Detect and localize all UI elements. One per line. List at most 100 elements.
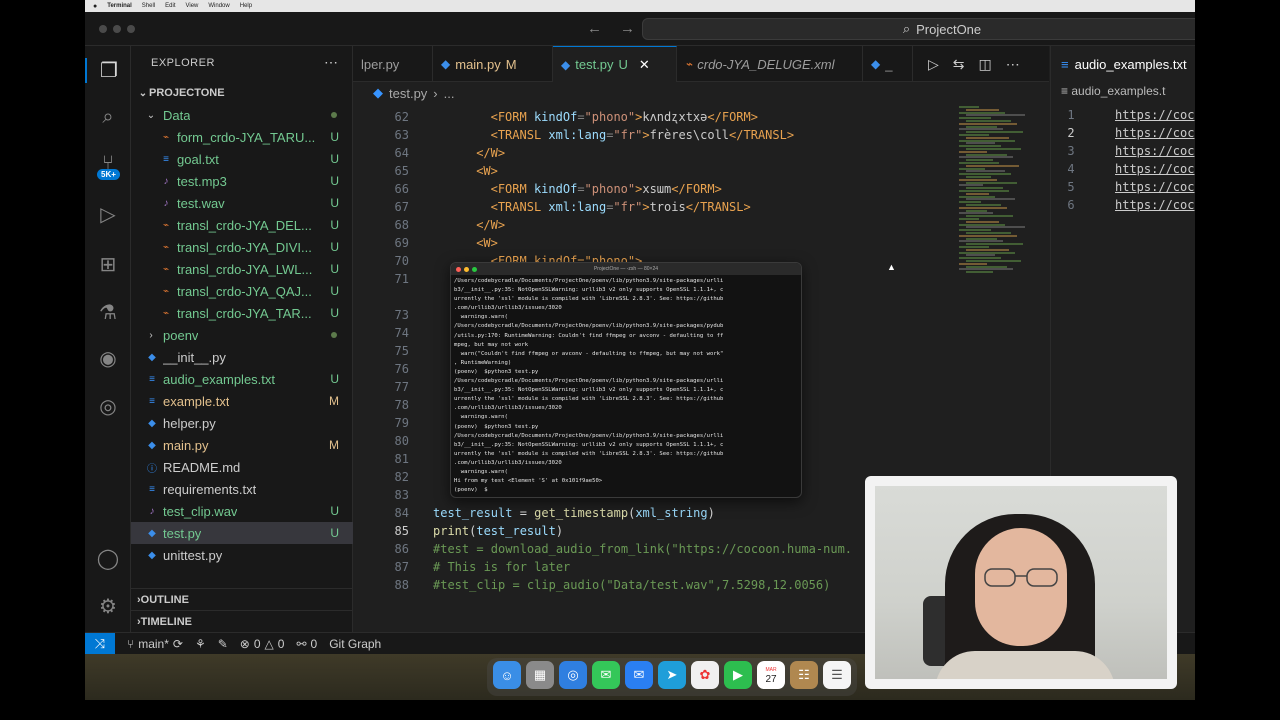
secondary-code-line[interactable]: 3 https://coc [1051,142,1194,160]
project-root[interactable]: ⌄ PROJECTONE [131,82,353,104]
tab-main-py[interactable]: ◆ main.py M [433,46,553,82]
url-link[interactable]: https://coc [1115,108,1194,122]
code-line[interactable]: 84 test_result = get_timestamp(xml_string… [353,504,715,522]
minimap[interactable] [959,106,1039,276]
url-link[interactable]: https://coc [1115,144,1194,158]
url-link[interactable]: https://coc [1115,126,1194,140]
tree-item[interactable]: ≡ audio_examples.txt U [131,368,353,390]
breadcrumb-file[interactable]: audio_examples.t [1071,84,1165,98]
tree-item[interactable]: ≡ goal.txt U [131,148,353,170]
code-line[interactable]: 88 #test_clip = clip_audio("Data/test.wav… [353,576,831,594]
menubar-item-shell[interactable]: Shell [142,3,155,9]
tree-item[interactable]: ♪ test.wav U [131,192,353,214]
code-line[interactable]: 62 <FORM kindOf="phono">kʌndʐxtxə</FORM> [353,108,758,126]
tree-item[interactable]: ◆ main.py M [131,434,353,456]
contacts-icon[interactable]: ☷ [790,661,818,689]
tree-item[interactable]: ⌁ transl_crdo-JYA_DEL... U [131,214,353,236]
tree-item[interactable]: ⌁ transl_crdo-JYA_LWL... U [131,258,353,280]
problems-indicator[interactable]: ⊗ 0 △ 0 [240,637,285,651]
run-python-icon[interactable]: ▷ [928,56,939,73]
url-link[interactable]: https://coc [1115,162,1194,176]
facetime-icon[interactable]: ▶ [724,661,752,689]
secondary-code-line[interactable]: 5 https://coc [1051,178,1194,196]
safari-icon[interactable]: ◎ [559,661,587,689]
tree-item[interactable]: ◆ helper.py [131,412,353,434]
tree-item[interactable]: ⌁ transl_crdo-JYA_DIVI... U [131,236,353,258]
tree-item[interactable]: ⌁ transl_crdo-JYA_TAR... U [131,302,353,324]
code-line[interactable]: 79 [353,414,409,432]
secondary-code-line[interactable]: 1 https://coc [1051,106,1194,124]
launchpad-icon[interactable]: ▦ [526,661,554,689]
code-line[interactable]: 87 # This is for later [353,558,571,576]
code-line[interactable]: 64 </W> [353,144,506,162]
tree-item[interactable]: ⌄ Data [131,104,353,126]
extensions-icon[interactable]: ⊞ [85,252,131,277]
tab-crdo-xml[interactable]: ⌁ crdo-JYA_DELUGE.xml [677,46,863,82]
code-line[interactable]: 68 </W> [353,216,506,234]
messages-icon[interactable]: ✉ [592,661,620,689]
command-center-search[interactable]: ⌕ ProjectOne [642,18,1195,40]
code-line[interactable]: 85 print(test_result) [353,522,564,540]
outline-section[interactable]: › OUTLINE [131,588,353,610]
menubar-item-window[interactable]: Window [208,3,229,9]
code-line[interactable]: 76 [353,360,409,378]
compare-changes-icon[interactable]: ⇆ [953,56,965,73]
code-line[interactable]: 69 <W> [353,234,498,252]
close-window-button[interactable] [99,25,107,33]
minimize-window-button[interactable] [113,25,121,33]
mail-icon[interactable]: ✉ [625,661,653,689]
tree-item[interactable]: ♪ test.mp3 U [131,170,353,192]
tab-overflow[interactable]: ◆ _ [863,46,913,82]
git-graph-icon[interactable]: ◉ [85,346,131,371]
code-line[interactable]: 82 [353,468,409,486]
url-link[interactable]: https://coc [1115,180,1194,194]
tree-item[interactable]: ◆ unittest.py [131,544,353,566]
breadcrumb-file[interactable]: test.py [389,86,427,101]
run-debug-icon[interactable]: ▷ [85,202,131,227]
code-line[interactable]: 70 <FORM kindOf="phono"> [353,252,643,270]
forward-arrow-icon[interactable]: → [620,20,635,37]
url-link[interactable]: https://coc [1115,198,1194,212]
code-line[interactable]: 77 [353,378,409,396]
code-line[interactable]: 80 [353,432,409,450]
code-line[interactable]: 71/TRANSL> [353,270,700,288]
remote-explorer-icon[interactable]: ◎ [85,394,131,419]
account-icon[interactable]: ◯ [85,546,131,571]
tree-item[interactable]: ≡ requirements.txt [131,478,353,500]
code-line[interactable]: 86 #test = download_audio_from_link("http… [353,540,852,558]
tree-item[interactable]: ♪ test_clip.wav U [131,500,353,522]
code-line[interactable]: 78 [353,396,409,414]
finder-icon[interactable]: ☺ [493,661,521,689]
timeline-section[interactable]: › TIMELINE [131,610,353,632]
tree-item[interactable]: ◆ test.py U [131,522,353,544]
menubar-app-name[interactable]: Terminal [107,3,132,9]
tree-item[interactable]: ⓘ README.md [131,456,353,478]
more-actions-icon[interactable]: ⋯ [1006,56,1020,73]
split-editor-icon[interactable]: ◫ [979,56,992,73]
code-line[interactable]: 75 [353,342,409,360]
photos-icon[interactable]: ✿ [691,661,719,689]
close-tab-icon[interactable]: ✕ [639,57,650,73]
explorer-icon[interactable]: ❐ [85,58,131,83]
terminal-output[interactable]: /Users/codebycradle/Documents/ProjectOne… [451,275,801,497]
maps-icon[interactable]: ➤ [658,661,686,689]
code-line[interactable]: 67 <TRANSL xml:lang="fr">trois</TRANSL> [353,198,751,216]
code-line[interactable]: 63 <TRANSL xml:lang="fr">frères\coll</TRA… [353,126,795,144]
tree-item[interactable]: ⌁ form_crdo-JYA_TARU... U [131,126,353,148]
testing-icon[interactable]: ⚗ [85,300,131,325]
branch-indicator[interactable]: ⑂ main* ⟳ [127,637,183,651]
ports-indicator[interactable]: ⚯ 0 [296,637,317,651]
publish-indicator[interactable]: ⚘ [195,637,206,651]
code-line[interactable]: 66 <FORM kindOf="phono">xsɯm</FORM> [353,180,722,198]
code-line[interactable]: 73 [353,306,409,324]
menubar-item-help[interactable]: Help [240,3,252,9]
settings-gear-icon[interactable]: ⚙ [85,594,131,619]
tree-item[interactable]: › poenv [131,324,353,346]
tab-test-py[interactable]: ◆ test.py U ✕ [553,46,677,82]
tab-audio-examples[interactable]: ≡ audio_examples.txt [1051,46,1187,82]
code-line[interactable]: 65 <W> [353,162,498,180]
calendar-icon[interactable]: MAR 27 [757,661,785,689]
tree-item[interactable]: ≡ example.txt M [131,390,353,412]
menubar-item-view[interactable]: View [185,3,198,9]
secondary-code-line[interactable]: 2 https://coc [1051,124,1194,142]
